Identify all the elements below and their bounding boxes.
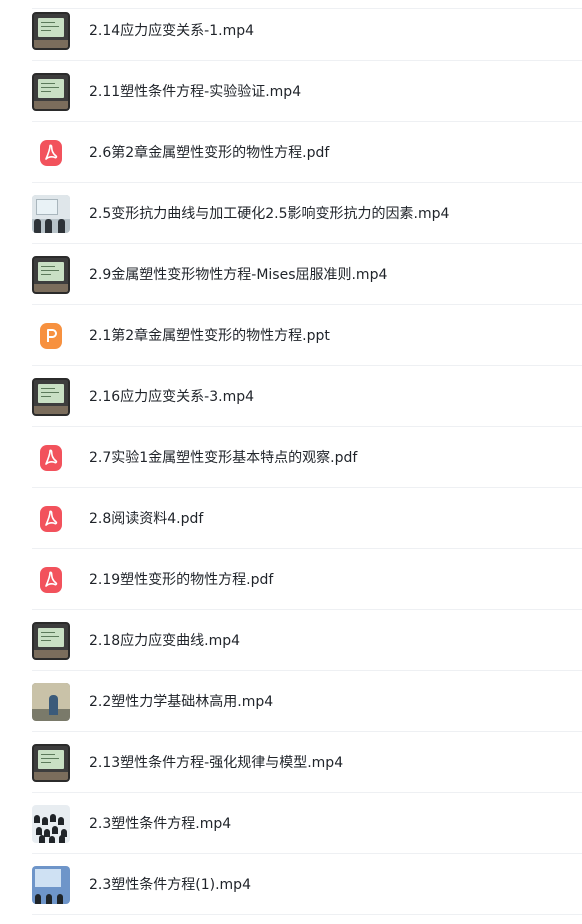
ppt-icon	[40, 322, 62, 349]
file-name: 2.16应力应变关系-3.mp4	[89, 388, 255, 405]
file-row[interactable]: 2.6第2章金属塑性变形的物性方程.pdf	[0, 122, 582, 183]
pdf-icon	[40, 139, 62, 166]
file-name: 2.3塑性条件方程(1).mp4	[89, 876, 251, 893]
pdf-icon	[40, 566, 62, 593]
file-name: 2.2塑性力学基础林高用.mp4	[89, 693, 274, 710]
file-row[interactable]: 2.16应力应变关系-3.mp4	[0, 366, 582, 427]
file-name: 2.5变形抗力曲线与加工硬化2.5影响变形抗力的因素.mp4	[89, 205, 450, 222]
file-row[interactable]: 2.2塑性力学基础林高用.mp4	[0, 671, 582, 732]
file-name: 2.6第2章金属塑性变形的物性方程.pdf	[89, 144, 330, 161]
file-name: 2.8阅读资料4.pdf	[89, 510, 204, 527]
file-name: 2.1第2章金属塑性变形的物性方程.ppt	[89, 327, 330, 344]
file-row[interactable]: 2.8阅读资料4.pdf	[0, 488, 582, 549]
video-thumbnail	[32, 377, 70, 416]
file-row[interactable]: 2.18应力应变曲线.mp4	[0, 610, 582, 671]
video-thumbnail	[32, 804, 70, 843]
file-name: 2.11塑性条件方程-实验验证.mp4	[89, 83, 302, 100]
video-thumbnail	[32, 865, 70, 904]
file-row[interactable]: 2.3塑性条件方程.mp4	[0, 793, 582, 854]
file-row[interactable]: 2.13塑性条件方程-强化规律与模型.mp4	[0, 732, 582, 793]
file-row[interactable]: 2.3塑性条件方程(1).mp4	[0, 854, 582, 915]
file-name: 2.7实验1金属塑性变形基本特点的观察.pdf	[89, 449, 358, 466]
file-list: 2.14应力应变关系-1.mp4 2.11塑性条件方程-实验验证.mp4 2.6第2…	[0, 0, 582, 915]
file-name: 2.19塑性变形的物性方程.pdf	[89, 571, 274, 588]
file-row[interactable]: 2.19塑性变形的物性方程.pdf	[0, 549, 582, 610]
pdf-icon	[40, 444, 62, 471]
file-name: 2.13塑性条件方程-强化规律与模型.mp4	[89, 754, 344, 771]
file-row[interactable]: 2.11塑性条件方程-实验验证.mp4	[0, 61, 582, 122]
file-row[interactable]: 2.5变形抗力曲线与加工硬化2.5影响变形抗力的因素.mp4	[0, 183, 582, 244]
file-row[interactable]: 2.9金属塑性变形物性方程-Mises屈服准则.mp4	[0, 244, 582, 305]
video-thumbnail	[32, 743, 70, 782]
file-row[interactable]: 2.1第2章金属塑性变形的物性方程.ppt	[0, 305, 582, 366]
video-thumbnail	[32, 255, 70, 294]
video-thumbnail	[32, 682, 70, 721]
file-name: 2.9金属塑性变形物性方程-Mises屈服准则.mp4	[89, 266, 388, 283]
file-row[interactable]: 2.14应力应变关系-1.mp4	[0, 0, 582, 61]
video-thumbnail	[32, 194, 70, 233]
file-name: 2.18应力应变曲线.mp4	[89, 632, 241, 649]
video-thumbnail	[32, 72, 70, 111]
video-thumbnail	[32, 11, 70, 50]
file-row[interactable]: 2.7实验1金属塑性变形基本特点的观察.pdf	[0, 427, 582, 488]
pdf-icon	[40, 505, 62, 532]
video-thumbnail	[32, 621, 70, 660]
file-name: 2.14应力应变关系-1.mp4	[89, 22, 255, 39]
file-name: 2.3塑性条件方程.mp4	[89, 815, 232, 832]
